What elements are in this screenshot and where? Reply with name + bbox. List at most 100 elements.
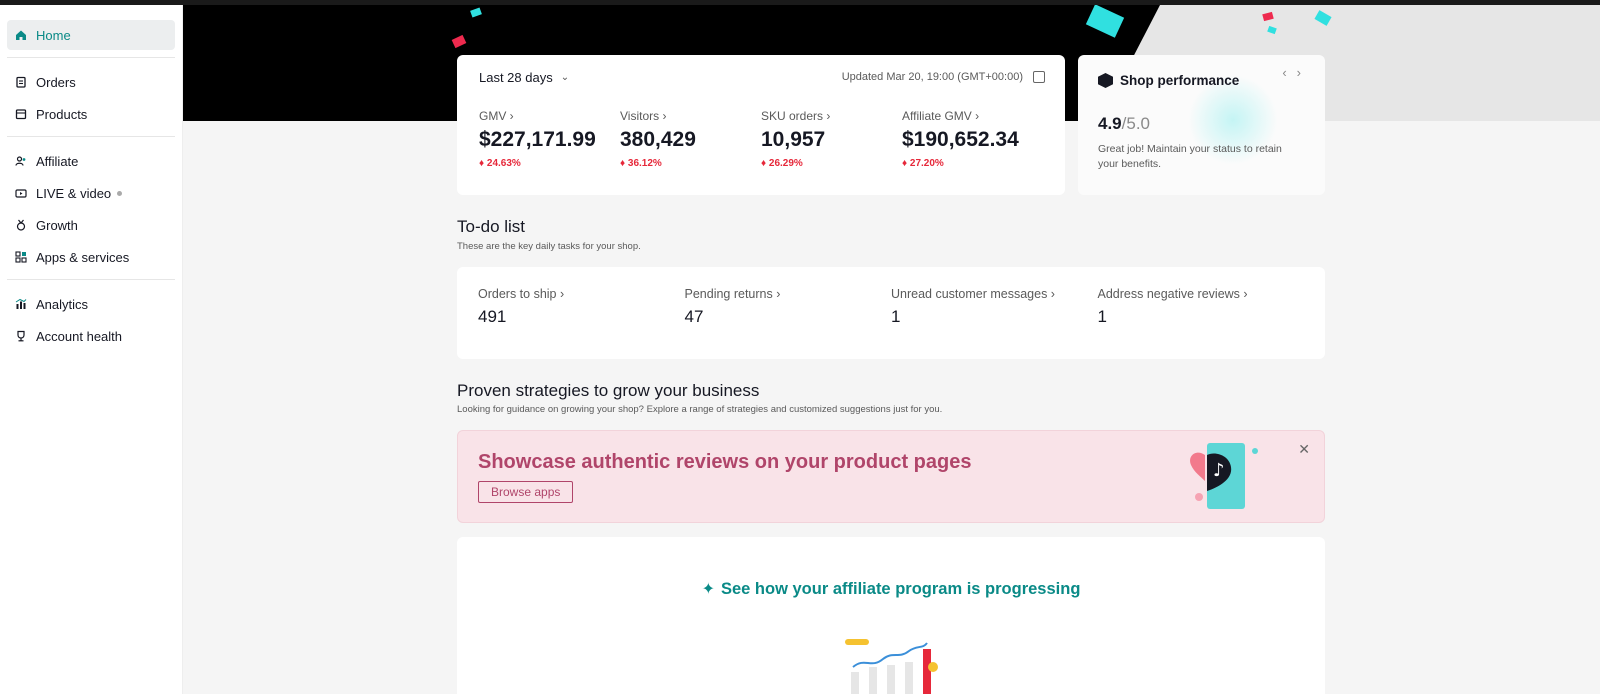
sidebar-item-live-video[interactable]: LIVE & video — [7, 178, 175, 208]
arrow-down-icon: ♦ — [620, 158, 626, 169]
video-icon — [15, 187, 27, 199]
confetti-piece — [451, 34, 467, 49]
close-icon[interactable]: ✕ — [1298, 441, 1310, 458]
medal-icon — [15, 219, 27, 231]
score-max: /5.0 — [1121, 114, 1150, 133]
todo-value: 491 — [478, 307, 507, 326]
sidebar-item-orders[interactable]: Orders — [7, 67, 175, 97]
tiktok-phone-illustration: ♪ — [1190, 443, 1258, 509]
metric-change-value: 36.12% — [627, 158, 662, 169]
updated-text: Updated Mar 20, 19:00 (GMT+00:00) — [841, 71, 1023, 83]
metric-label-text: GMV — [479, 109, 507, 123]
todo-unread-messages[interactable]: Unread customer messages › 1 — [891, 287, 1098, 339]
svg-text:♪: ♪ — [1213, 460, 1225, 481]
todo-value: 1 — [891, 307, 901, 326]
todo-label[interactable]: Orders to ship › — [478, 287, 685, 301]
sidebar-divider — [7, 57, 175, 58]
metric-change: ♦ 27.20% — [902, 158, 1043, 169]
sidebar-item-products[interactable]: Products — [7, 99, 175, 129]
sidebar-item-label: Home — [36, 27, 71, 43]
performance-badge-icon — [1098, 73, 1113, 88]
metrics-card: Last 28 days ⌄ Updated Mar 20, 19:00 (GM… — [457, 55, 1065, 195]
todo-title: To-do list — [457, 217, 526, 236]
shop-performance-title-text: Shop performance — [1120, 73, 1240, 88]
todo-card: Orders to ship › 491 Pending returns › 4… — [457, 267, 1325, 359]
todo-negative-reviews[interactable]: Address negative reviews › 1 — [1098, 287, 1305, 339]
todo-value: 47 — [684, 307, 704, 326]
metric-label-text: Affiliate GMV — [902, 109, 972, 123]
sidebar-divider — [7, 279, 175, 280]
sidebar-item-label: Apps & services — [36, 249, 130, 265]
sidebar-item-affiliate[interactable]: Affiliate — [7, 146, 175, 176]
metric-change-value: 26.29% — [768, 158, 803, 169]
todo-orders-to-ship[interactable]: Orders to ship › 491 — [478, 287, 685, 339]
todo-subtitle: These are the key daily tasks for your s… — [457, 241, 641, 252]
metric-change: ♦ 24.63% — [479, 158, 620, 169]
metric-label[interactable]: GMV › — [479, 109, 620, 123]
sidebar-item-apps-services[interactable]: Apps & services — [7, 242, 175, 272]
metric-label[interactable]: Visitors › — [620, 109, 761, 123]
metric-change: ♦ 36.12% — [620, 158, 761, 169]
metric-label-text: SKU orders — [761, 109, 824, 123]
todo-label-text: Address negative reviews — [1097, 287, 1240, 301]
sparkle-icon: ✦ — [701, 581, 715, 598]
shop-performance-title: Shop performance — [1098, 73, 1305, 88]
sidebar-item-label: Analytics — [36, 296, 89, 312]
notification-dot — [117, 190, 123, 196]
edit-icon[interactable] — [1033, 71, 1045, 83]
metric-affiliate-gmv[interactable]: Affiliate GMV › $190,652.34 ♦ 27.20% — [902, 109, 1043, 169]
sidebar-item-analytics[interactable]: Analytics — [7, 289, 175, 319]
metric-value: $190,652.34 — [902, 128, 1019, 151]
todo-label[interactable]: Unread customer messages › — [891, 287, 1098, 301]
metric-change-value: 27.20% — [909, 158, 944, 169]
updated-timestamp: Updated Mar 20, 19:00 (GMT+00:00) — [842, 71, 1045, 83]
metric-gmv[interactable]: GMV › $227,171.99 ♦ 24.63% — [479, 109, 620, 169]
metric-label-text: Visitors — [620, 109, 660, 123]
metric-label[interactable]: Affiliate GMV › — [902, 109, 1043, 123]
score-value: 4.9 — [1098, 114, 1122, 133]
confetti-piece — [470, 7, 482, 18]
metric-value: $227,171.99 — [479, 128, 596, 151]
metric-change-value: 24.63% — [486, 158, 521, 169]
clipboard-icon — [15, 76, 27, 88]
arrow-down-icon: ♦ — [761, 158, 767, 169]
affiliate-chart-illustration — [845, 639, 938, 694]
metric-value: 10,957 — [761, 128, 826, 151]
date-range-label: Last 28 days — [479, 70, 553, 85]
metric-label[interactable]: SKU orders › — [761, 109, 902, 123]
trophy-icon — [15, 330, 27, 342]
todo-value: 1 — [1097, 307, 1107, 326]
arrow-down-icon: ♦ — [902, 158, 908, 169]
performance-description: Great job! Maintain your status to retai… — [1098, 143, 1282, 170]
sidebar-item-label: Affiliate — [36, 153, 79, 169]
todo-pending-returns[interactable]: Pending returns › 47 — [685, 287, 892, 339]
sidebar-item-label: Orders — [36, 74, 76, 90]
affiliate-progress-title: ✦ See how your affiliate program is progr… — [457, 579, 1325, 599]
sidebar-item-home[interactable]: Home — [7, 20, 175, 50]
date-range-dropdown[interactable]: Last 28 days ⌄ — [479, 70, 569, 85]
metric-sku-orders[interactable]: SKU orders › 10,957 ♦ 26.29% — [761, 109, 902, 169]
sidebar-item-label: Products — [36, 106, 88, 122]
affiliate-progress-title-text: See how your affiliate program is progre… — [720, 580, 1081, 598]
metric-visitors[interactable]: Visitors › 380,429 ♦ 36.12% — [620, 109, 761, 169]
sidebar-divider — [7, 136, 175, 137]
users-icon — [15, 155, 27, 167]
sidebar-item-label: Account health — [36, 328, 123, 344]
confetti-piece — [1085, 5, 1125, 38]
box-icon — [15, 108, 27, 120]
chart-icon — [15, 298, 27, 310]
sidebar-item-account-health[interactable]: Account health — [7, 321, 175, 351]
strategies-title: Proven strategies to grow your business — [457, 381, 760, 400]
browse-apps-button[interactable]: Browse apps — [478, 481, 574, 503]
metric-change: ♦ 26.29% — [761, 158, 902, 169]
sidebar-item-growth[interactable]: Growth — [7, 210, 175, 240]
performance-score: 4.9/5.0 — [1098, 114, 1305, 134]
strategies-subtitle: Looking for guidance on growing your sho… — [457, 404, 943, 415]
todo-label[interactable]: Pending returns › — [685, 287, 892, 301]
todo-label[interactable]: Address negative reviews › — [1098, 287, 1305, 301]
metric-value: 380,429 — [620, 128, 696, 151]
shop-performance-card[interactable]: ‹› Shop performance 4.9/5.0 Great job! M… — [1078, 55, 1325, 195]
affiliate-progress-card: ✦ See how your affiliate program is progr… — [457, 537, 1325, 694]
home-icon — [15, 29, 27, 41]
apps-grid-icon — [15, 251, 27, 263]
